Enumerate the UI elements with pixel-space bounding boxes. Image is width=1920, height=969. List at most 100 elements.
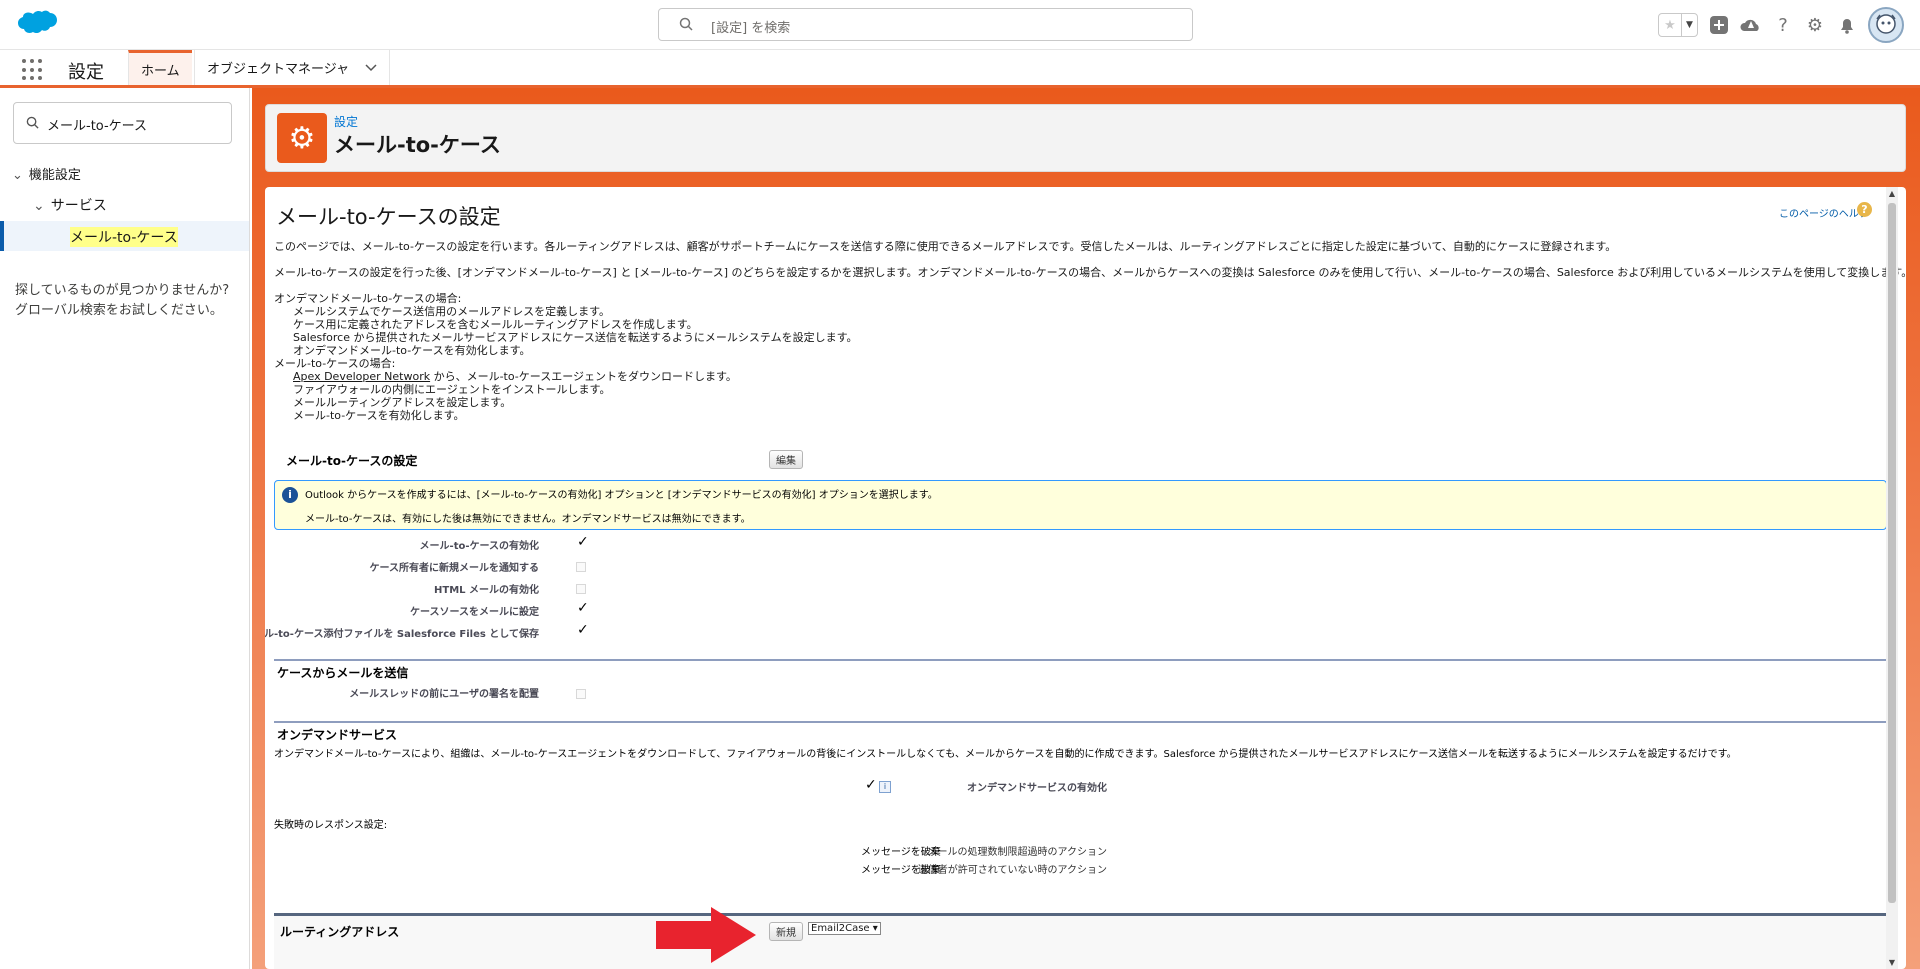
settings-section-title: メール-to-ケースの設定 — [286, 454, 418, 468]
page-header: ⚙ 設定 メール-to-ケース — [265, 104, 1906, 172]
intro-paragraph-1: このページでは、メール-to-ケースの設定を行います。各ルーティングアドレスは、… — [274, 240, 1617, 253]
scroll-down-icon[interactable]: ▼ — [1886, 958, 1898, 967]
annotation-arrow-icon — [656, 907, 756, 963]
gear-icon: ⚙ — [277, 113, 327, 163]
page-title: メール-to-ケース — [334, 133, 501, 157]
quick-find-value: メール-to-ケース — [47, 119, 148, 134]
tree-item-service[interactable]: ⌄ サービス — [33, 195, 107, 215]
routing-section — [274, 913, 1886, 969]
ondemand-section-title: オンデマンドサービス — [277, 728, 398, 742]
section-divider — [274, 659, 1886, 661]
failure-value: メッセージを破棄 — [861, 847, 941, 858]
e2c-step-text: から、メール-to-ケースエージェントをダウンロードします。 — [430, 370, 737, 383]
ondemand-step: ケース用に定義されたアドレスを含むメールルーティングアドレスを作成します。 — [293, 318, 698, 331]
not-found-line1: 探しているものが見つかりませんか? — [15, 283, 230, 298]
chevron-down-icon[interactable]: ⌄ — [12, 168, 23, 183]
tab-object-manager-label: オブジェクトマネージャ — [207, 62, 350, 77]
tab-home-label: ホーム — [141, 63, 180, 79]
app-nav-bar: 設定 ホーム オブジェクトマネージャ — [0, 50, 1920, 88]
search-icon — [26, 116, 39, 129]
breadcrumb[interactable]: 設定 — [334, 113, 358, 130]
ondemand-step: オンデマンドメール-to-ケースを有効化します。 — [293, 344, 531, 357]
field-label: ケース所有者に新規メールを通知する — [369, 563, 540, 574]
info-message: i Outlook からケースを作成するには、[メール-to-ケースの有効化] … — [274, 480, 1887, 530]
user-avatar[interactable] — [1868, 7, 1904, 43]
field-label: ケースソースをメールに設定 — [410, 607, 539, 618]
checkmark-icon: ✓ — [577, 534, 589, 550]
checkbox-unchecked — [576, 562, 586, 572]
routing-section-title: ルーティングアドレス — [280, 925, 400, 939]
checkbox-unchecked — [576, 689, 586, 699]
not-found-hint: 探しているものが見つかりませんか? グローバル検索をお試しください。 — [15, 281, 229, 321]
content-title: メール-to-ケースの設定 — [276, 205, 501, 229]
not-found-line2: グローバル検索をお試しください。 — [15, 303, 223, 318]
field-label: メール-to-ケース添付ファイルを Salesforce Files として保存 — [265, 629, 539, 640]
checkmark-icon: ✓ — [865, 777, 877, 793]
tab-object-manager[interactable]: オブジェクトマネージャ — [194, 50, 390, 85]
notifications-bell-icon[interactable] — [1836, 14, 1858, 36]
steps-block: オンデマンドメール-to-ケースの場合: メールシステムでケース送信用のメールア… — [274, 292, 858, 422]
new-button[interactable]: 新規 — [769, 922, 803, 941]
help-icon[interactable]: ? — [1772, 14, 1794, 36]
send-section-title: ケースからメールを送信 — [277, 666, 409, 680]
checkbox-unchecked — [576, 584, 586, 594]
global-actions-icon[interactable] — [1708, 14, 1730, 36]
scroll-thumb[interactable] — [1888, 203, 1896, 903]
star-icon[interactable]: ★ — [1659, 14, 1681, 36]
chevron-down-icon[interactable]: ⌄ — [33, 198, 45, 214]
field-label: HTML メールの有効化 — [434, 585, 539, 596]
favorites-group[interactable]: ★ ▼ — [1658, 13, 1698, 37]
field-label: メールスレッドの前にユーザの署名を配置 — [349, 689, 539, 700]
info-icon: i — [282, 487, 298, 503]
e2c-heading: メール-to-ケースの場合: — [274, 357, 396, 370]
chevron-down-icon[interactable] — [365, 64, 377, 72]
e2c-step: Apex Developer Network から、メール-to-ケースエージェ… — [274, 370, 858, 383]
tab-home[interactable]: ホーム — [128, 50, 192, 85]
field-label: オンデマンドサービスの有効化 — [967, 783, 1107, 794]
help-link[interactable]: このページのヘルプ — [1779, 205, 1869, 220]
ondemand-heading: オンデマンドメール-to-ケースの場合: — [274, 292, 462, 305]
search-icon — [679, 17, 693, 31]
setup-gear-icon[interactable]: ⚙ — [1804, 14, 1826, 36]
vertical-scrollbar[interactable]: ▲ ▼ — [1886, 187, 1898, 969]
quick-find-input[interactable]: メール-to-ケース — [13, 102, 232, 144]
ondemand-step: メールシステムでケース送信用のメールアドレスを定義します。 — [293, 305, 611, 318]
setup-sidebar: メール-to-ケース ⌄ 機能設定 ⌄ サービス メール-to-ケース 探しているも… — [0, 88, 250, 969]
app-name: 設定 — [68, 62, 104, 83]
field-label: メール-to-ケースの有効化 — [419, 541, 539, 552]
failure-label: 送信者が許可されていない時のアクション — [917, 865, 1107, 876]
info-line-2: メール-to-ケースは、有効にした後は無効にできません。オンデマンドサービスは無… — [305, 514, 751, 525]
search-placeholder: [設定] を検索 — [711, 21, 791, 36]
e2c-step: メールルーティングアドレスを設定します。 — [293, 396, 512, 409]
e2c-step: メール-to-ケースを有効化します。 — [293, 409, 465, 422]
tree-item-label: メール-to-ケース — [70, 227, 178, 247]
failure-heading: 失敗時のレスポンス設定: — [274, 820, 388, 831]
help-icon[interactable]: ? — [1857, 202, 1872, 217]
ondemand-description: オンデマンドメール-to-ケースにより、組織は、メール-to-ケースエージェント… — [274, 749, 1737, 760]
intro-paragraph-2: メール-to-ケースの設定を行った後、[オンデマンドメール-to-ケース] と … — [274, 266, 1906, 279]
salesforce-logo[interactable] — [16, 10, 58, 40]
app-launcher-icon[interactable] — [22, 59, 44, 81]
ondemand-step: Salesforce から提供されたメールサービスアドレスにケース送信を転送する… — [293, 331, 858, 344]
section-divider — [274, 721, 1886, 723]
global-header: [設定] を検索 ★ ▼ ? ⚙ — [0, 0, 1920, 50]
tree-item-label: 機能設定 — [28, 168, 81, 183]
failure-value: メッセージを破棄 — [861, 865, 941, 876]
header-icons: ★ ▼ ? ⚙ — [1658, 7, 1904, 43]
apex-developer-network-link[interactable]: Apex Developer Network — [293, 370, 430, 383]
tree-item-label: サービス — [50, 198, 107, 214]
info-icon[interactable]: i — [879, 781, 891, 793]
routing-type-select[interactable]: Email2Case ▾ — [808, 922, 881, 935]
tree-item-feature-settings[interactable]: ⌄ 機能設定 — [12, 164, 81, 183]
content-panel: メール-to-ケースの設定 このページのヘルプ ? このページでは、メール-to… — [265, 187, 1906, 969]
edit-button[interactable]: 編集 — [769, 450, 803, 469]
tree-item-email-to-case[interactable]: メール-to-ケース — [0, 221, 249, 251]
global-search-input[interactable]: [設定] を検索 — [658, 8, 1193, 41]
failure-label: メールの処理数制限超過時のアクション — [927, 847, 1108, 858]
e2c-step: ファイアウォールの内側にエージェントをインストールします。 — [293, 383, 611, 396]
routing-select-value: Email2Case — [811, 923, 870, 934]
favorites-dropdown-icon[interactable]: ▼ — [1681, 14, 1697, 36]
scroll-up-icon[interactable]: ▲ — [1886, 189, 1898, 198]
info-line-1: Outlook からケースを作成するには、[メール-to-ケースの有効化] オプ… — [305, 490, 938, 501]
trailhead-icon[interactable] — [1740, 14, 1762, 36]
